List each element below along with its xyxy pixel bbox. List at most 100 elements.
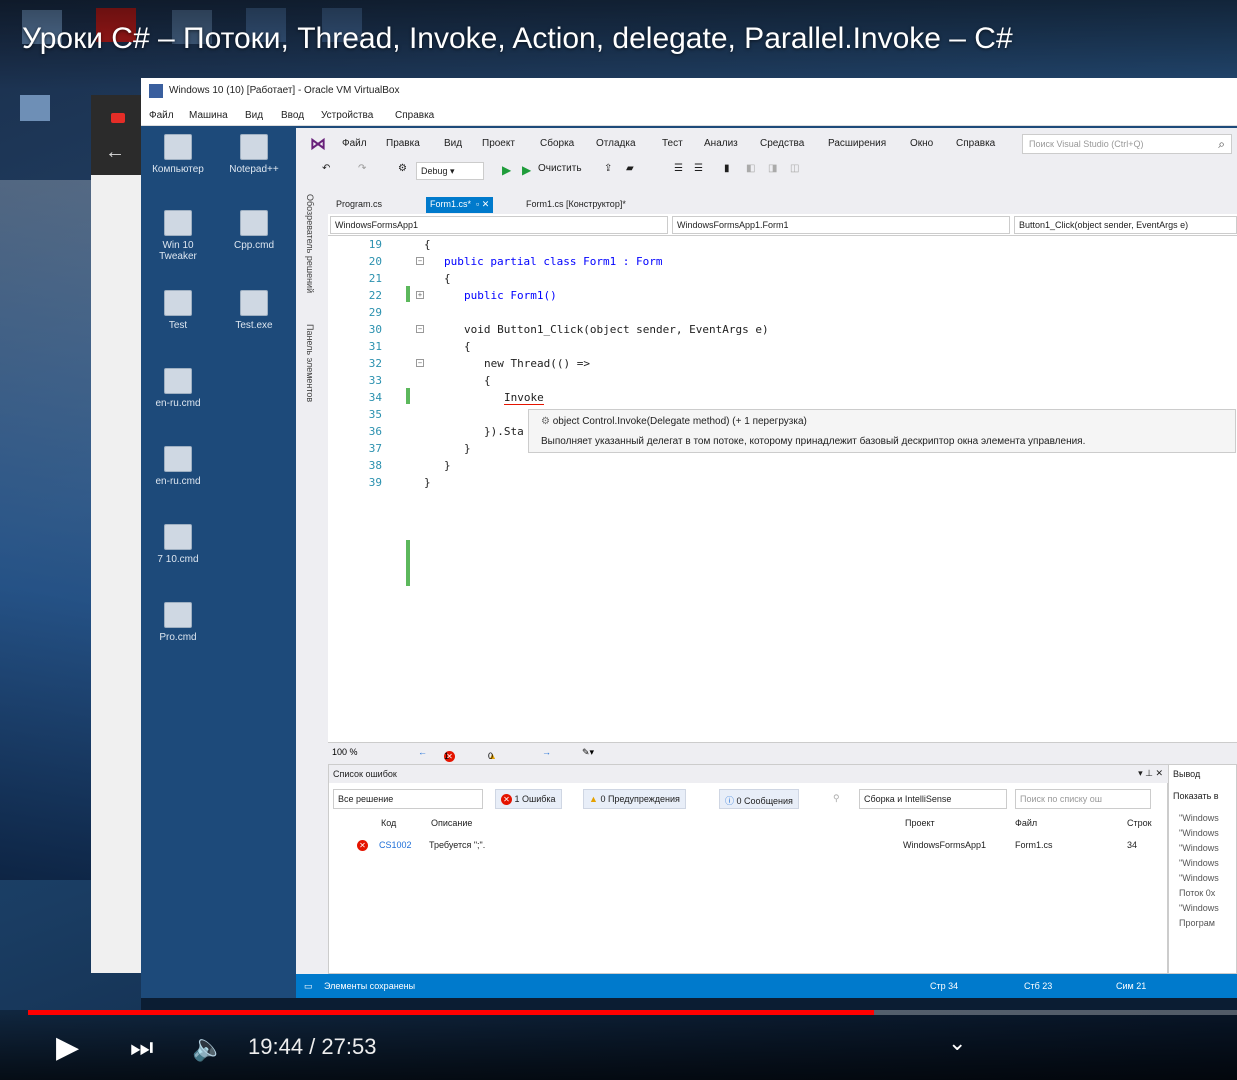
back-arrow-icon[interactable]: ←: [105, 141, 125, 164]
vs-menu-analyze[interactable]: Анализ: [704, 138, 738, 149]
code-line: {: [444, 272, 451, 285]
row-code[interactable]: CS1002: [379, 840, 412, 850]
redo-icon[interactable]: ↷: [358, 163, 366, 174]
vm-menu-file[interactable]: Файл: [149, 110, 174, 121]
line-number: 38: [368, 459, 382, 472]
tab-form1-cs[interactable]: Form1.cs* ▫ ✕: [426, 197, 494, 213]
code-line: }: [464, 442, 471, 455]
fold-toggle-icon[interactable]: −: [416, 257, 424, 265]
next-icon[interactable]: ⏭: [130, 1032, 153, 1064]
code-line: {: [484, 374, 491, 387]
bookmark-clear-icon[interactable]: ◫: [790, 163, 799, 174]
vm-menu-input[interactable]: Ввод: [281, 110, 304, 121]
error-search-input[interactable]: Поиск по списку ош: [1015, 789, 1151, 809]
col-file[interactable]: Файл: [1015, 818, 1037, 828]
type-dropdown[interactable]: WindowsFormsApp1.Form1: [672, 216, 1010, 234]
guest-icon-label: 7 10.cmd: [157, 554, 199, 565]
line-number: 21: [368, 272, 382, 285]
folder-icon[interactable]: ▰: [626, 163, 634, 174]
status-line: Стр 34: [930, 981, 959, 991]
panel-pin-close-icon[interactable]: ▾ ⊥ ✕: [1138, 768, 1163, 779]
chevron-down-icon[interactable]: ⌄: [948, 1030, 966, 1056]
vs-menu-help[interactable]: Справка: [956, 138, 995, 149]
vm-menu-devices[interactable]: Устройства: [321, 110, 373, 121]
project-dropdown[interactable]: WindowsFormsApp1: [330, 216, 668, 234]
error-list-panel: Список ошибок ▾ ⊥ ✕ Все решение ✕ 1 Ошиб…: [328, 764, 1169, 974]
vs-menu-extensions[interactable]: Расширения: [828, 138, 886, 149]
bookmark-prev-icon[interactable]: ◧: [746, 163, 755, 174]
config-value: Debug: [421, 166, 448, 176]
nav-forward-icon[interactable]: →: [542, 747, 551, 757]
indent-icon[interactable]: ☰: [674, 163, 683, 174]
tab-form1-designer[interactable]: Form1.cs [Конструктор]*: [522, 197, 630, 213]
vs-menu-tools[interactable]: Средства: [760, 138, 804, 149]
scope-dropdown[interactable]: Все решение: [333, 789, 483, 809]
brush-icon[interactable]: ✎▾: [582, 747, 594, 758]
video-controls: ▶ ⏭ 🔈 19:44 / 27:53 ⌄: [0, 1010, 1237, 1080]
run-label[interactable]: Очистить: [538, 163, 582, 174]
vs-menu-debug[interactable]: Отладка: [596, 138, 636, 149]
fold-toggle-icon[interactable]: −: [416, 359, 424, 367]
build-filter-dropdown[interactable]: Сборка и IntelliSense: [859, 789, 1007, 809]
guest-icon-win10-tweaker[interactable]: Win 10 Tweaker: [147, 210, 209, 262]
volume-icon[interactable]: 🔈: [192, 1032, 224, 1063]
col-description[interactable]: Описание: [431, 818, 472, 828]
col-line[interactable]: Строк: [1127, 818, 1152, 828]
guest-icon-7-10-cmd[interactable]: 7 10.cmd: [147, 524, 209, 565]
play-icon[interactable]: ▶: [56, 1030, 79, 1065]
fold-toggle-icon[interactable]: +: [416, 291, 424, 299]
guest-icon-test[interactable]: Test: [147, 290, 209, 331]
code-line-current: Invoke: [504, 391, 544, 405]
vs-menubar: ⋈ Файл Правка Вид Проект Сборка Отладка …: [296, 128, 1237, 158]
bookmark-icon[interactable]: ▮: [724, 163, 730, 174]
messages-filter-button[interactable]: ⓘ 0 Сообщения: [719, 789, 799, 809]
fold-toggle-icon[interactable]: −: [416, 325, 424, 333]
host-computer-icon-2[interactable]: [20, 95, 50, 121]
output-line: "Windows: [1179, 858, 1219, 868]
vm-menu-machine[interactable]: Машина: [189, 110, 228, 121]
toolbox-tab[interactable]: Панель элементов: [305, 324, 315, 402]
code-editor[interactable]: 19 20 21 22 29 30 31 32 33 34 35 36 37 3…: [328, 236, 1237, 742]
vs-menu-window[interactable]: Окно: [910, 138, 933, 149]
col-code[interactable]: Код: [381, 818, 396, 828]
filter-icon[interactable]: ⚲: [833, 793, 840, 804]
tab-program-cs[interactable]: Program.cs: [332, 197, 386, 213]
undo-icon[interactable]: ↶: [322, 163, 330, 174]
search-icon[interactable]: ⌕: [1218, 137, 1225, 152]
guest-icon-test-exe[interactable]: Test.exe: [223, 290, 285, 331]
progress-bar[interactable]: [28, 1010, 1237, 1015]
cmd-file-icon: [164, 446, 192, 472]
outdent-icon[interactable]: ☰: [694, 163, 703, 174]
vs-menu-test[interactable]: Тест: [662, 138, 683, 149]
publish-icon[interactable]: ⇪: [604, 163, 612, 174]
zoom-level[interactable]: 100 %: [332, 747, 358, 757]
vm-menu-view[interactable]: Вид: [245, 110, 263, 121]
errors-filter-button[interactable]: ✕ 1 Ошибка: [495, 789, 562, 809]
current-time: 19:44: [248, 1034, 304, 1059]
guest-icon-computer[interactable]: Компьютер: [147, 134, 209, 175]
vs-menu-view[interactable]: Вид: [444, 138, 462, 149]
run-icon[interactable]: ▶: [522, 163, 531, 177]
notepad-icon: [240, 134, 268, 160]
vm-menu-help[interactable]: Справка: [395, 110, 434, 121]
guest-icon-cpp-cmd[interactable]: Сpp.cmd: [223, 210, 285, 251]
nav-back-icon[interactable]: ←: [418, 747, 427, 757]
guest-icon-pro-cmd[interactable]: Pro.cmd: [147, 602, 209, 643]
col-project[interactable]: Проект: [905, 818, 935, 828]
vs-menu-file[interactable]: Файл: [342, 138, 367, 149]
line-number: 34: [368, 391, 382, 404]
start-icon[interactable]: ▶: [502, 163, 511, 177]
vs-search-input[interactable]: Поиск Visual Studio (Ctrl+Q) ⌕: [1022, 134, 1232, 154]
vs-menu-build[interactable]: Сборка: [540, 138, 574, 149]
vs-menu-project[interactable]: Проект: [482, 138, 515, 149]
vs-menu-edit[interactable]: Правка: [386, 138, 420, 149]
close-icon[interactable]: ✕: [482, 199, 490, 209]
guest-icon-en-ru-cmd[interactable]: en-ru.cmd: [147, 368, 209, 409]
config-select[interactable]: Debug ▾: [416, 162, 484, 180]
solution-explorer-tab[interactable]: Обозреватель решений: [305, 194, 315, 293]
warnings-filter-button[interactable]: ▲ 0 Предупреждения: [583, 789, 686, 809]
member-dropdown[interactable]: Button1_Click(object sender, EventArgs e…: [1014, 216, 1237, 234]
guest-icon-en-ru-cmd-2[interactable]: en-ru.cmd: [147, 446, 209, 487]
bookmark-next-icon[interactable]: ◨: [768, 163, 777, 174]
guest-icon-notepadpp[interactable]: Notepad++: [223, 134, 285, 175]
